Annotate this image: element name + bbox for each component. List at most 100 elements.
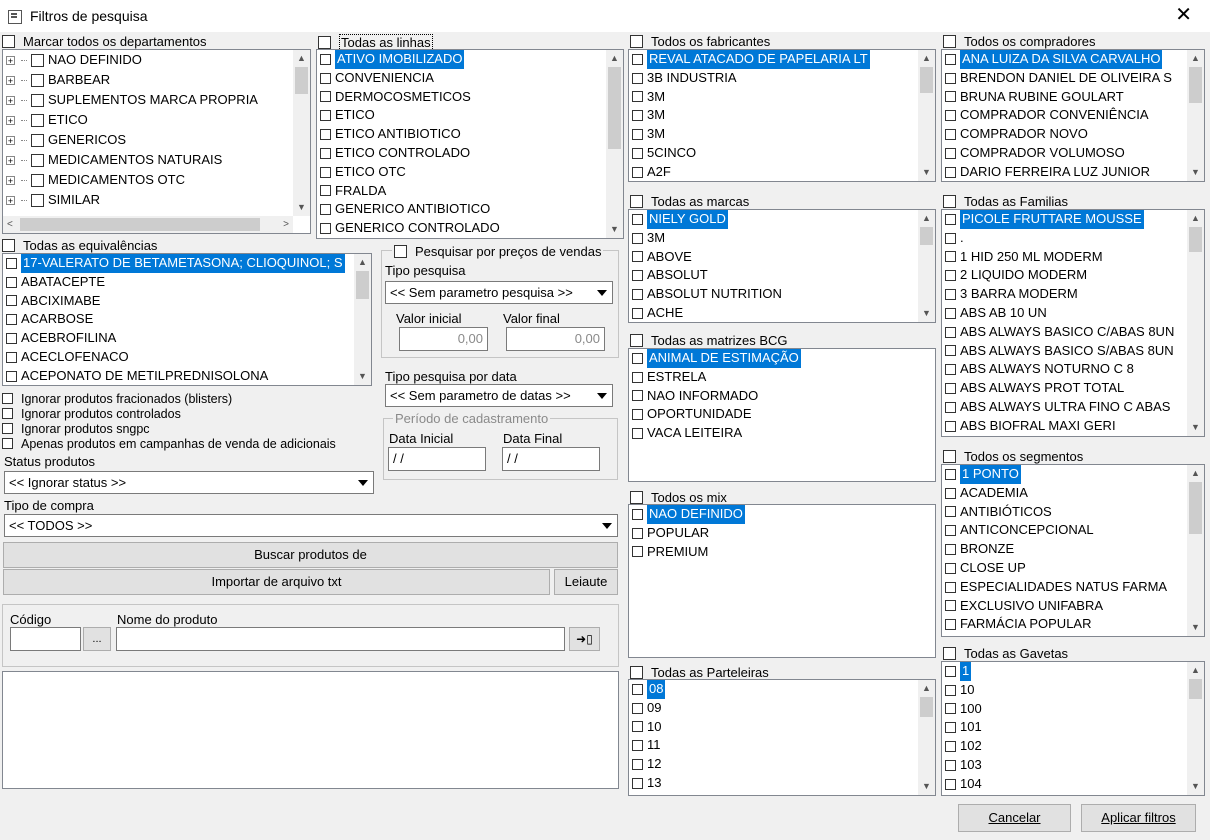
matrizes-list[interactable]: ANIMAL DE ESTIMAÇÃO ESTRELA NAO INFORMADO O…	[628, 348, 936, 482]
checkbox-icon[interactable]	[945, 307, 956, 319]
checkbox-icon[interactable]	[320, 204, 331, 216]
checkbox-icon[interactable]	[2, 423, 13, 434]
checkbox-icon[interactable]	[632, 740, 643, 752]
checkbox-icon[interactable]	[945, 506, 956, 518]
scroll-thumb[interactable]	[608, 67, 621, 149]
list-item[interactable]: ABS ALWAYS NOTURNO C 8	[942, 360, 1204, 379]
cancelar-button[interactable]: Cancelar	[958, 804, 1071, 832]
list-item[interactable]: ABATACEPTE	[3, 273, 371, 292]
list-item[interactable]: ESPECIALIDADES NATUS FARMA	[942, 578, 1204, 597]
checkbox-icon[interactable]	[31, 73, 44, 87]
valor-final-input[interactable]: 0,00	[506, 327, 605, 351]
add-product-button[interactable]: ➜▯	[569, 627, 600, 651]
checkbox-icon[interactable]	[945, 722, 956, 734]
list-item[interactable]: ESTRELA	[629, 368, 935, 387]
scroll-up-icon[interactable]: ▲	[1187, 465, 1204, 482]
checkbox-icon[interactable]	[630, 491, 643, 504]
scroll-down-icon[interactable]: ▼	[1187, 778, 1204, 795]
option-checkbox[interactable]: Ignorar produtos sngpc	[2, 421, 336, 436]
checkbox-icon[interactable]	[945, 251, 956, 263]
checkbox-icon[interactable]	[31, 53, 44, 67]
list-item[interactable]: ABS ALWAYS BASICO C/ABAS 8UN	[942, 323, 1204, 342]
scroll-thumb[interactable]	[295, 67, 308, 94]
checkbox-icon[interactable]	[945, 129, 956, 141]
list-item[interactable]: GENERICO ANTIBIOTICO	[317, 200, 623, 219]
checkbox-icon[interactable]	[320, 147, 331, 159]
checkbox-icon[interactable]	[945, 289, 956, 301]
list-item[interactable]: DERMOCOSMETICOS	[317, 88, 623, 107]
scroll-down-icon[interactable]: ▼	[1187, 419, 1204, 436]
list-item[interactable]: PREMIUM	[629, 543, 935, 562]
list-item[interactable]: NAO INFORMADO	[629, 387, 935, 406]
list-item[interactable]: BRUNA RUBINE GOULART	[942, 88, 1204, 107]
expand-icon[interactable]: +	[6, 95, 15, 105]
list-item[interactable]: ANIMAL DE ESTIMAÇÃO	[629, 349, 935, 368]
checkbox-icon[interactable]	[31, 193, 44, 207]
scroll-left-icon[interactable]: <	[7, 216, 13, 233]
checkbox-icon[interactable]	[632, 129, 643, 141]
scroll-down-icon[interactable]: ▼	[354, 368, 371, 385]
scroll-thumb[interactable]	[920, 697, 933, 717]
compradores-list[interactable]: ANA LUIZA DA SILVA CARVALHO BRENDON DANIE…	[941, 49, 1205, 182]
data-inicial-input[interactable]: / /	[388, 447, 486, 471]
checkbox-icon[interactable]	[632, 110, 643, 122]
list-item[interactable]: ABOVE	[629, 248, 935, 267]
list-item[interactable]: ACEBROFILINA	[3, 329, 371, 348]
list-item[interactable]: 2 LIQUIDO MODERM	[942, 266, 1204, 285]
list-item[interactable]: ABS AB 10 UN	[942, 304, 1204, 323]
checkbox-icon[interactable]	[943, 450, 956, 463]
checkbox-icon[interactable]	[945, 91, 956, 103]
list-item[interactable]: NIELY GOLD	[629, 210, 935, 229]
segmentos-list[interactable]: 1 PONTO ACADEMIA ANTIBIÓTICOS ANTICONCEPCIO…	[941, 464, 1205, 637]
list-item[interactable]: POPULAR	[629, 524, 935, 543]
list-item[interactable]: ABSOLUT NUTRITION	[629, 285, 935, 304]
checkbox-icon[interactable]	[945, 468, 956, 480]
list-item[interactable]: + NAO DEFINIDO	[3, 50, 310, 70]
checkbox-icon[interactable]	[31, 93, 44, 107]
checkbox-icon[interactable]	[632, 721, 643, 733]
compradores-header[interactable]: Todos os compradores	[943, 34, 1096, 49]
list-item[interactable]: 5CINCO	[629, 144, 935, 163]
list-item[interactable]: ETICO	[317, 106, 623, 125]
checkbox-icon[interactable]	[6, 351, 17, 363]
list-item[interactable]: 3 BARRA MODERM	[942, 285, 1204, 304]
list-item[interactable]: FARMÁCIA POPULAR	[942, 615, 1204, 634]
checkbox-icon[interactable]	[945, 383, 956, 395]
checkbox-icon[interactable]	[31, 113, 44, 127]
checkbox-icon[interactable]	[632, 371, 643, 383]
checkbox-icon[interactable]	[632, 147, 643, 159]
nome-produto-input[interactable]	[116, 627, 565, 651]
data-final-input[interactable]: / /	[502, 447, 600, 471]
scroll-down-icon[interactable]: ▼	[1187, 164, 1204, 181]
checkbox-icon[interactable]	[6, 333, 17, 345]
marcas-list[interactable]: NIELY GOLD 3M ABOVE ABSOLUT ABSOLUT NUTRITIO…	[628, 209, 936, 323]
checkbox-icon[interactable]	[945, 166, 956, 178]
checkbox-icon[interactable]	[945, 53, 956, 65]
checkbox-icon[interactable]	[6, 370, 17, 382]
checkbox-icon[interactable]	[632, 352, 643, 364]
horizontal-scrollbar[interactable]: < >	[3, 216, 293, 233]
list-item[interactable]: 10	[629, 718, 935, 737]
chevron-down-icon[interactable]	[592, 282, 612, 303]
checkbox-icon[interactable]	[943, 35, 956, 48]
scroll-thumb[interactable]	[920, 67, 933, 93]
checkbox-icon[interactable]	[2, 408, 13, 419]
checkbox-icon[interactable]	[6, 276, 17, 288]
mix-header[interactable]: Todos os mix	[630, 490, 727, 505]
checkbox-icon[interactable]	[320, 53, 331, 65]
checkbox-icon[interactable]	[6, 314, 17, 326]
vertical-scrollbar[interactable]: ▲ ▼	[606, 50, 623, 238]
list-item[interactable]: 102	[942, 737, 1204, 756]
scroll-thumb[interactable]	[920, 227, 933, 245]
departamentos-tree[interactable]: ▲ ▼ < > + NAO DEFINIDO + BARBEAR + SUPLEMENTO…	[2, 49, 311, 234]
checkbox-icon[interactable]	[945, 487, 956, 499]
checkbox-icon[interactable]	[320, 166, 331, 178]
option-checkbox[interactable]: Ignorar produtos controlados	[2, 406, 336, 421]
list-item[interactable]: + BARBEAR	[3, 70, 310, 90]
checkbox-icon[interactable]	[31, 153, 44, 167]
checkbox-icon[interactable]	[320, 223, 331, 235]
list-item[interactable]: 09	[629, 699, 935, 718]
vertical-scrollbar[interactable]: ▲ ▼	[918, 680, 935, 795]
list-item[interactable]: 11	[629, 736, 935, 755]
list-item[interactable]: 3M	[629, 106, 935, 125]
